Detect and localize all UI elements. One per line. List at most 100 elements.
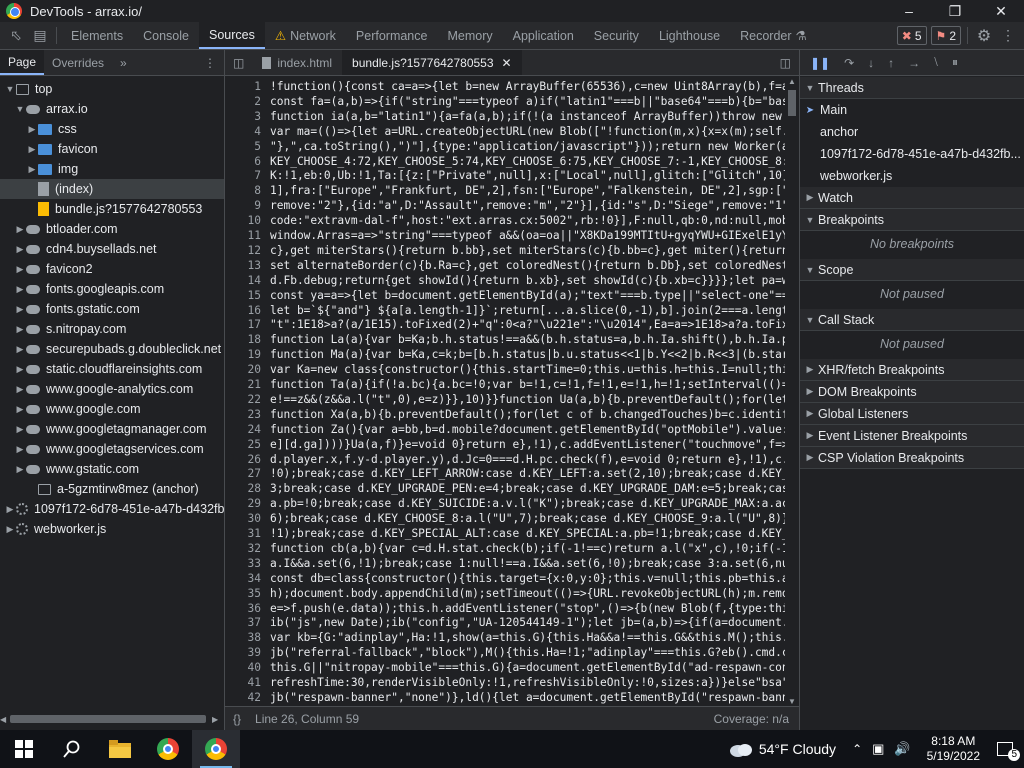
issues-badge[interactable]: ⚑ 2 [930,26,961,45]
line-number[interactable]: 11 [225,229,261,242]
code-line[interactable]: c},get miterStars(){return b.bb},set mit… [270,244,790,257]
line-number[interactable]: 30 [225,512,261,525]
collapsed-triangle-icon[interactable]: ▶ [26,144,38,155]
code-line[interactable]: e=>f.push(e.data));this.h.addEventListen… [270,602,790,615]
tab-sources[interactable]: Sources [198,22,265,49]
line-number[interactable]: 8 [225,184,261,197]
threads-section-header[interactable]: ▼ Threads [800,77,1024,99]
code-line[interactable]: KEY_CHOOSE_4:72,KEY_CHOOSE_5:74,KEY_CHOO… [270,155,790,168]
code-line[interactable]: function Xa(a,b){b.preventDefault();for(… [270,408,790,421]
collapsed-triangle-icon[interactable]: ▶ [14,384,26,395]
line-number[interactable]: 29 [225,497,261,510]
code-line[interactable]: function Za(){var a=bb,b=d.mobile?docume… [270,423,790,436]
chrome-devtools-taskbar-button[interactable] [192,730,240,768]
code-line[interactable]: 6);break;case d.KEY_CHOOSE_8:a.l("U",7);… [270,512,790,525]
debugger-section-header[interactable]: ▶ XHR/fetch Breakpoints [800,359,1024,381]
close-button[interactable]: ✕ [978,0,1024,22]
code-line[interactable]: this.G||"nitropay-mobile"===this.G){a=do… [270,661,790,674]
tree-item[interactable]: ▶ fonts.gstatic.com [14,299,140,319]
tree-item[interactable]: ▶ static.cloudflareinsights.com [14,359,203,379]
code-line[interactable]: const ya=a=>{let b=document.getElementBy… [270,289,790,302]
code-line[interactable]: code:"extravm-dal-f",host:"ext.arras.cx:… [270,214,790,227]
code-line[interactable]: var Ka=new class{constructor(){this.star… [270,363,790,376]
weather-widget[interactable]: 54°F Cloudy [729,741,836,757]
collapsed-triangle-icon[interactable]: ▶ [14,464,26,475]
line-number[interactable]: 20 [225,363,261,376]
code-line[interactable]: jb("referral-fallback","block"),M(){this… [270,646,790,659]
line-number[interactable]: 15 [225,289,261,302]
line-number[interactable]: 17 [225,318,261,331]
debugger-section-header[interactable]: ▶ CSP Violation Breakpoints [800,447,1024,469]
line-number[interactable]: 9 [225,199,261,212]
debugger-section-header[interactable]: ▶ Event Listener Breakpoints [800,425,1024,447]
tree-item[interactable]: a-5gzmtirw8mez (anchor) [26,479,199,499]
tree-item[interactable]: bundle.js?1577642780553 [26,199,202,219]
code-line[interactable]: const db=class{constructor(){this.target… [270,572,790,585]
code-line[interactable]: a.I&&a.set(6,!1);break;case 1:null!==a.I… [270,557,790,570]
tree-item[interactable]: ▶ img [26,159,79,179]
collapsed-triangle-icon[interactable]: ▶ [26,124,38,135]
code-line[interactable]: jb("respawn-banner","none")},ld(){let a=… [270,691,790,704]
collapsed-triangle-icon[interactable]: ▶ [14,404,26,415]
line-number[interactable]: 18 [225,333,261,346]
collapsed-triangle-icon[interactable]: ▶ [14,364,26,375]
line-number[interactable]: 22 [225,393,261,406]
editor-tab-bundle-js[interactable]: bundle.js?1577642780553 ✕ [342,50,522,75]
line-number[interactable]: 28 [225,482,261,495]
line-number[interactable]: 38 [225,631,261,644]
inspect-element-icon[interactable]: ⬁ [4,22,28,49]
tree-item[interactable]: ▶ securepubads.g.doubleclick.net [14,339,222,359]
code-area[interactable]: 1 !function(){const ca=a=>{let b=new Arra… [225,77,799,706]
clock[interactable]: 8:18 AM 5/19/2022 [927,734,980,764]
tree-item[interactable]: ▶ favicon [26,139,98,159]
settings-gear-icon[interactable]: ⚙ [972,22,996,49]
pretty-print-icon[interactable]: {} [233,712,241,726]
collapsed-triangle-icon[interactable]: ▶ [14,284,26,295]
line-number[interactable]: 23 [225,408,261,421]
tree-item[interactable]: ▶ www.google-analytics.com [14,379,194,399]
code-line[interactable]: function La(a){var b=Ka;b.h.status!==a&&… [270,333,790,346]
show-hidden-icons-chevron-icon[interactable]: ⌃ [852,742,862,756]
tree-item[interactable]: ▶ cdn4.buysellads.net [14,239,157,259]
line-number[interactable]: 3 [225,110,261,123]
collapsed-triangle-icon[interactable]: ▶ [26,164,38,175]
code-line[interactable]: "t":1E18>a?(a/1E15).toFixed(2)+"q":0<a?"… [270,318,790,331]
editor-tab-index-html[interactable]: index.html [252,50,342,75]
more-tabs-icon[interactable]: » [112,50,135,75]
collapsed-triangle-icon[interactable]: ▶ [14,304,26,315]
code-line[interactable]: d.player.x,f.y-d.player.y),d.Jc=0===d.H.… [270,453,790,466]
code-line[interactable]: let b=`${"and"} ${a[a.length-1]}`;return… [270,304,790,317]
scroll-down-icon[interactable]: ▼ [785,697,799,706]
chrome-taskbar-button[interactable] [144,730,192,768]
line-number[interactable]: 32 [225,542,261,555]
tree-item[interactable]: ▶ favicon2 [14,259,93,279]
debugger-section-header[interactable]: ▶ DOM Breakpoints [800,381,1024,403]
code-line[interactable]: ib("js",new Date);ib("config","UA-120544… [270,616,790,629]
line-number[interactable]: 5 [225,140,261,153]
pause-icon[interactable]: ❚❚ [810,56,830,70]
tab-performance[interactable]: Performance [346,22,438,49]
tree-item[interactable]: ▶ fonts.googleapis.com [14,279,165,299]
code-line[interactable]: "},",ca.toString(),")"],{type:"applicati… [270,140,790,153]
thread-item-webworker[interactable]: webworker.js [800,165,1024,187]
collapsed-triangle-icon[interactable]: ▶ [14,224,26,235]
tab-memory[interactable]: Memory [437,22,502,49]
tab-recorder[interactable]: Recorder ⚗ [730,22,817,49]
tab-network[interactable]: ⚠ Network [265,22,346,49]
collapsed-triangle-icon[interactable]: ▶ [14,344,26,355]
scope-section-header[interactable]: ▼ Scope [800,259,1024,281]
tab-overrides[interactable]: Overrides [44,50,112,75]
line-number[interactable]: 26 [225,453,261,466]
line-number[interactable]: 34 [225,572,261,585]
close-tab-icon[interactable]: ✕ [502,56,512,70]
code-line[interactable]: refreshTime:30,renderVisibleOnly:!1,refr… [270,676,790,689]
line-number[interactable]: 42 [225,691,261,704]
thread-item-anchor[interactable]: anchor [800,121,1024,143]
step-into-icon[interactable]: ↓ [868,56,874,70]
volume-icon[interactable]: 🔊 [894,741,910,757]
line-number[interactable]: 35 [225,587,261,600]
code-line[interactable]: var ma=(()=>{let a=URL.createObjectURL(n… [270,125,790,138]
tab-page[interactable]: Page [0,50,45,75]
expanded-triangle-icon[interactable]: ▼ [4,84,16,94]
line-number[interactable]: 19 [225,348,261,361]
